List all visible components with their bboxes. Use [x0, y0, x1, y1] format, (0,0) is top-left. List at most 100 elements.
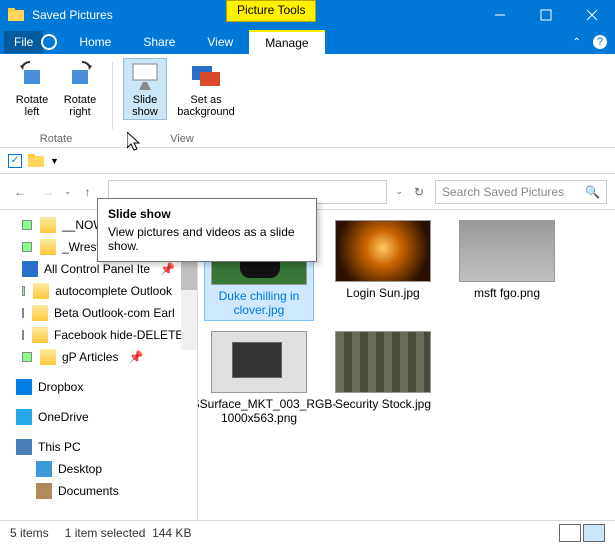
folder-icon	[40, 239, 56, 255]
tree-item-label: gP Articles	[62, 350, 118, 364]
tab-home[interactable]: Home	[63, 31, 127, 53]
file-item[interactable]: Security Stock.jpg	[328, 331, 438, 426]
back-button[interactable]: ←	[8, 180, 32, 204]
tree-item-label: autocomplete Outlook	[55, 284, 172, 298]
quick-access-bar: ✓ ▼	[0, 148, 615, 174]
refresh-button[interactable]: ↻	[407, 180, 431, 204]
tree-item[interactable]: Beta Outlook-com Earl📌	[0, 302, 197, 324]
details-view-button[interactable]	[559, 524, 581, 542]
tree-section-label: This PC	[38, 440, 81, 454]
folder-icon	[33, 283, 49, 299]
tab-manage[interactable]: Manage	[249, 30, 324, 54]
check-icon	[22, 286, 25, 296]
file-item[interactable]: MSSurface_MKT_003_RGB-1000x563.png	[204, 331, 314, 426]
rotate-right-button[interactable]: Rotate right	[58, 58, 102, 120]
tree-item[interactable]: gP Articles 📌	[0, 346, 197, 368]
file-thumbnail	[459, 220, 555, 282]
tooltip: Slide show View pictures and videos as a…	[97, 198, 317, 262]
contextual-tab-label: Picture Tools	[226, 0, 316, 22]
tree-item-label: Desktop	[58, 462, 102, 476]
status-item-count: 5 items	[10, 526, 49, 540]
file-name: Duke chilling in clover.jpg	[207, 289, 311, 318]
rotate-right-icon	[64, 60, 96, 92]
ribbon: Rotate left Rotate right Rotate Slide sh…	[0, 54, 615, 148]
file-name: Login Sun.jpg	[346, 286, 419, 300]
search-input[interactable]: Search Saved Pictures 🔍	[435, 180, 607, 204]
set-as-background-button[interactable]: Set as background	[171, 58, 241, 120]
maximize-button[interactable]	[523, 0, 569, 30]
tree-item-label: Beta Outlook-com Earl	[54, 306, 175, 320]
status-selection: 1 item selected 144 KB	[65, 526, 192, 540]
file-thumbnail	[335, 331, 431, 393]
set-as-background-icon	[190, 60, 222, 92]
folder-icon	[40, 349, 56, 365]
thumbnails-view-button[interactable]	[583, 524, 605, 542]
folder-icon	[8, 7, 24, 23]
help-icon[interactable]: ?	[593, 35, 607, 49]
control-panel-icon	[22, 261, 38, 277]
file-menu[interactable]: File	[4, 31, 43, 53]
ribbon-separator	[112, 62, 113, 129]
tree-item[interactable]: Documents	[0, 480, 197, 502]
tooltip-title: Slide show	[108, 207, 306, 221]
file-thumbnail	[335, 220, 431, 282]
file-name: msft fgo.png	[474, 286, 540, 300]
check-icon	[22, 242, 32, 252]
address-dropdown-icon[interactable]: ⌄	[395, 186, 403, 197]
window-title: Saved Pictures	[32, 8, 113, 22]
rotate-left-icon	[16, 60, 48, 92]
folder-icon	[32, 305, 48, 321]
check-icon	[22, 308, 24, 318]
select-all-checkbox[interactable]: ✓	[8, 154, 22, 168]
up-button[interactable]: ↑	[76, 180, 100, 204]
tree-section-label: OneDrive	[38, 410, 89, 424]
folder-icon	[40, 217, 56, 233]
tree-section-label: Dropbox	[38, 380, 83, 394]
check-icon	[22, 330, 24, 340]
rotate-left-button[interactable]: Rotate left	[10, 58, 54, 120]
file-name: Security Stock.jpg	[335, 397, 431, 411]
dropbox-icon	[16, 379, 32, 395]
tab-view[interactable]: View	[191, 31, 249, 53]
minimize-button[interactable]	[477, 0, 523, 30]
ribbon-collapse-icon[interactable]: ⌃	[573, 37, 581, 48]
slide-show-icon	[129, 60, 161, 92]
docs-icon	[36, 483, 52, 499]
onedrive-icon	[16, 409, 32, 425]
check-icon	[22, 220, 32, 230]
tree-section-thispc[interactable]: This PC	[0, 436, 197, 458]
tree-item-label: Documents	[58, 484, 119, 498]
qat-cortana-icon[interactable]	[40, 33, 58, 51]
tree-item[interactable]: Desktop	[0, 458, 197, 480]
title-bar: Saved Pictures Picture Tools	[0, 0, 615, 30]
history-dropdown-icon[interactable]: ⌄	[64, 186, 72, 197]
slide-show-button[interactable]: Slide show	[123, 58, 167, 120]
status-bar: 5 items 1 item selected 144 KB	[0, 520, 615, 544]
ribbon-group-view: Slide show Set as background View	[119, 58, 245, 147]
file-name: MSSurface_MKT_003_RGB-1000x563.png	[198, 397, 336, 426]
tree-section-dropbox[interactable]: Dropbox	[0, 376, 197, 398]
tree-item[interactable]: autocomplete Outlook📌	[0, 280, 197, 302]
folder-icon	[28, 153, 44, 169]
tree-item[interactable]: Facebook hide-DELETE📌	[0, 324, 197, 346]
pin-icon: 📌	[160, 262, 175, 276]
folder-icon	[32, 327, 48, 343]
tree-item-label: All Control Panel Ite	[44, 262, 150, 276]
close-button[interactable]	[569, 0, 615, 30]
pin-icon: 📌	[128, 350, 143, 364]
file-thumbnail	[211, 331, 307, 393]
ribbon-tabs-bar: File Home Share View Manage ⌃ ?	[0, 30, 615, 54]
search-icon: 🔍	[585, 185, 600, 199]
desktop-icon	[36, 461, 52, 477]
tab-share[interactable]: Share	[127, 31, 191, 53]
tree-section-onedrive[interactable]: OneDrive	[0, 406, 197, 428]
file-item[interactable]: msft fgo.png	[452, 220, 562, 321]
ribbon-group-rotate: Rotate left Rotate right Rotate	[6, 58, 106, 147]
file-item[interactable]: Login Sun.jpg	[328, 220, 438, 321]
check-icon	[22, 352, 32, 362]
tree-item-label: Facebook hide-DELETE	[54, 328, 183, 342]
thispc-icon	[16, 439, 32, 455]
forward-button[interactable]: →	[36, 180, 60, 204]
tooltip-body: View pictures and videos as a slide show…	[108, 225, 306, 253]
qat-dropdown-icon[interactable]: ▼	[50, 156, 59, 166]
